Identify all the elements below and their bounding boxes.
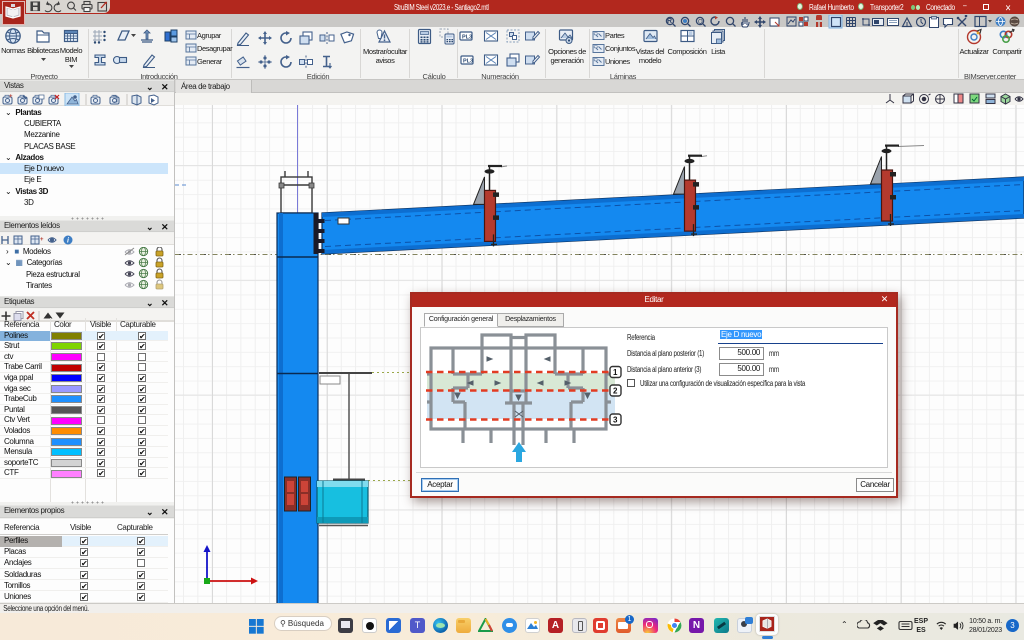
svg-text:R: R xyxy=(667,18,672,25)
svg-text:2: 2 xyxy=(613,387,618,396)
svg-text:+: + xyxy=(40,237,44,243)
svg-text:+: + xyxy=(9,94,13,100)
svg-text:1: 1 xyxy=(613,368,618,377)
svg-text:3: 3 xyxy=(613,416,618,425)
svg-text:Q: Q xyxy=(698,20,703,26)
